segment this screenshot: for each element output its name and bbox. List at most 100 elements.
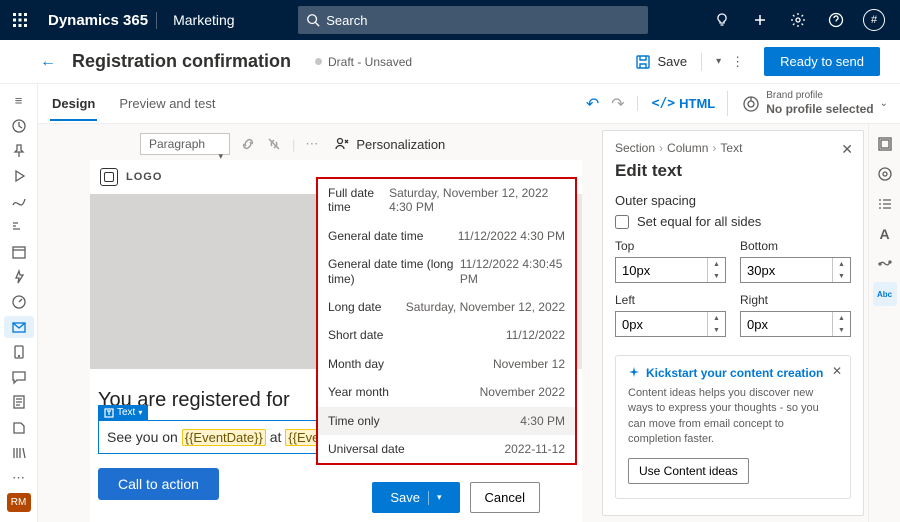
popup-save-button[interactable]: Save▾ — [372, 482, 459, 513]
format-option[interactable]: Short date11/12/2022 — [318, 321, 575, 349]
html-toggle[interactable]: </> HTML — [637, 96, 716, 111]
input-left[interactable] — [616, 312, 707, 336]
save-group: Save ▾ — [635, 53, 721, 71]
tab-preview[interactable]: Preview and test — [117, 86, 217, 121]
settings-icon[interactable] — [873, 162, 897, 186]
list-icon[interactable] — [873, 192, 897, 216]
nav-library-icon[interactable] — [4, 442, 34, 463]
input-top[interactable] — [616, 258, 707, 282]
toolbar-more-icon[interactable]: ⋯ — [305, 136, 318, 152]
nav-dashboard-icon[interactable] — [4, 291, 34, 312]
down-arrow-icon[interactable]: ▼ — [708, 324, 725, 336]
nav-play-icon[interactable] — [4, 165, 34, 186]
spinner-left[interactable]: ▲▼ — [615, 311, 726, 337]
spinner-top[interactable]: ▲▼ — [615, 257, 726, 283]
header-actions: # — [704, 0, 900, 40]
chevron-down-icon[interactable]: ▾ — [437, 492, 442, 503]
element-tag[interactable]: Text ▾ — [98, 405, 148, 420]
text-toolbar: Paragraph | ⋯ Personalization — [38, 124, 602, 164]
spinner-bottom[interactable]: ▲▼ — [740, 257, 851, 283]
nav-journeys-icon[interactable] — [4, 191, 34, 212]
format-option[interactable]: Long dateSaturday, November 12, 2022 — [318, 293, 575, 321]
abc-icon[interactable]: Abc — [873, 282, 897, 306]
format-option[interactable]: Full date timeSaturday, November 12, 202… — [318, 179, 575, 222]
app-launcher-icon[interactable] — [0, 13, 40, 27]
settings-gear-icon[interactable] — [780, 0, 816, 40]
redo-icon[interactable]: ↷ — [611, 94, 624, 114]
nav-calendar-icon[interactable] — [4, 241, 34, 262]
down-arrow-icon[interactable]: ▼ — [708, 270, 725, 282]
equal-sides-checkbox[interactable]: Set equal for all sides — [615, 214, 851, 229]
spinner-right[interactable]: ▲▼ — [740, 311, 851, 337]
record-status: Draft - Unsaved — [315, 55, 412, 69]
format-option[interactable]: Month dayNovember 12 — [318, 350, 575, 378]
nav-email-icon[interactable] — [4, 316, 34, 337]
undo-icon[interactable]: ↶ — [586, 94, 599, 114]
module-name[interactable]: Marketing — [165, 12, 242, 28]
save-button[interactable]: Save — [657, 54, 687, 69]
personalization-button[interactable]: Personalization — [334, 136, 445, 152]
nav-analytics-icon[interactable] — [4, 216, 34, 237]
ready-to-send-button[interactable]: Ready to send — [764, 47, 880, 76]
format-option[interactable]: Time only4:30 PM — [318, 407, 575, 435]
flow-icon[interactable] — [873, 252, 897, 276]
help-icon[interactable] — [818, 0, 854, 40]
format-option[interactable]: Year monthNovember 2022 — [318, 378, 575, 406]
toolbar-divider: | — [292, 137, 295, 152]
cta-button[interactable]: Call to action — [98, 468, 219, 500]
nav-more-icon[interactable]: ⋯ — [4, 467, 34, 488]
user-avatar-small[interactable]: RM — [7, 493, 31, 513]
content-tabs: Design Preview and test ↶ ↷ </> HTML Bra… — [38, 84, 900, 124]
nav-hamburger-icon[interactable]: ≡ — [4, 90, 34, 111]
format-option[interactable]: General date time11/12/2022 4:30 PM — [318, 222, 575, 250]
crumb-text[interactable]: Text — [720, 141, 742, 155]
link-icon[interactable] — [240, 136, 256, 152]
popup-cancel-button[interactable]: Cancel — [470, 482, 540, 513]
lightbulb-icon[interactable] — [704, 0, 740, 40]
brand-profile-selector[interactable]: Brand profileNo profile selected ⌄ — [727, 91, 888, 116]
personalization-icon — [334, 136, 350, 152]
nav-forms-icon[interactable] — [4, 392, 34, 413]
field-bottom: Bottom ▲▼ — [740, 239, 851, 283]
crumb-section[interactable]: Section — [615, 141, 655, 155]
elements-icon[interactable] — [873, 132, 897, 156]
close-icon[interactable]: ✕ — [841, 141, 853, 158]
format-option[interactable]: General date time (long time)11/12/2022 … — [318, 250, 575, 293]
use-content-ideas-button[interactable]: Use Content ideas — [628, 458, 749, 484]
left-nav-rail: ≡ ⋯ RM — [0, 84, 38, 522]
up-arrow-icon[interactable]: ▲ — [833, 258, 850, 270]
up-arrow-icon[interactable]: ▲ — [708, 312, 725, 324]
format-option[interactable]: Universal date2022-11-12 — [318, 435, 575, 463]
save-icon[interactable] — [635, 54, 651, 70]
down-arrow-icon[interactable]: ▼ — [833, 324, 850, 336]
close-icon[interactable]: ✕ — [832, 364, 842, 378]
search-placeholder: Search — [326, 13, 367, 28]
nav-pinned-icon[interactable] — [4, 140, 34, 161]
product-name[interactable]: Dynamics 365 — [40, 12, 157, 29]
nav-push-icon[interactable] — [4, 342, 34, 363]
checkbox-input[interactable] — [615, 215, 629, 229]
down-arrow-icon[interactable]: ▼ — [833, 270, 850, 282]
more-commands-icon[interactable]: ⋮ — [721, 54, 754, 70]
up-arrow-icon[interactable]: ▲ — [833, 312, 850, 324]
back-arrow-icon[interactable]: ← — [40, 53, 56, 71]
nav-recent-icon[interactable] — [4, 115, 34, 136]
token-event-date[interactable]: {{EventDate}} — [182, 429, 266, 446]
up-arrow-icon[interactable]: ▲ — [708, 258, 725, 270]
styles-icon[interactable]: A — [873, 222, 897, 246]
nav-triggers-icon[interactable] — [4, 266, 34, 287]
crumb-column[interactable]: Column — [667, 141, 708, 155]
input-right[interactable] — [741, 312, 832, 336]
tab-design[interactable]: Design — [50, 86, 97, 121]
input-bottom[interactable] — [741, 258, 832, 282]
logo-text: LOGO — [126, 171, 162, 183]
nav-sms-icon[interactable] — [4, 367, 34, 388]
search-input[interactable]: Search — [298, 6, 648, 34]
add-icon[interactable] — [742, 0, 778, 40]
command-bar: ← Registration confirmation Draft - Unsa… — [0, 40, 900, 84]
paragraph-style-dropdown[interactable]: Paragraph — [140, 133, 230, 155]
field-right: Right ▲▼ — [740, 293, 851, 337]
unlink-icon[interactable] — [266, 136, 282, 152]
user-avatar[interactable]: # — [856, 0, 892, 40]
nav-consent-icon[interactable] — [4, 417, 34, 438]
